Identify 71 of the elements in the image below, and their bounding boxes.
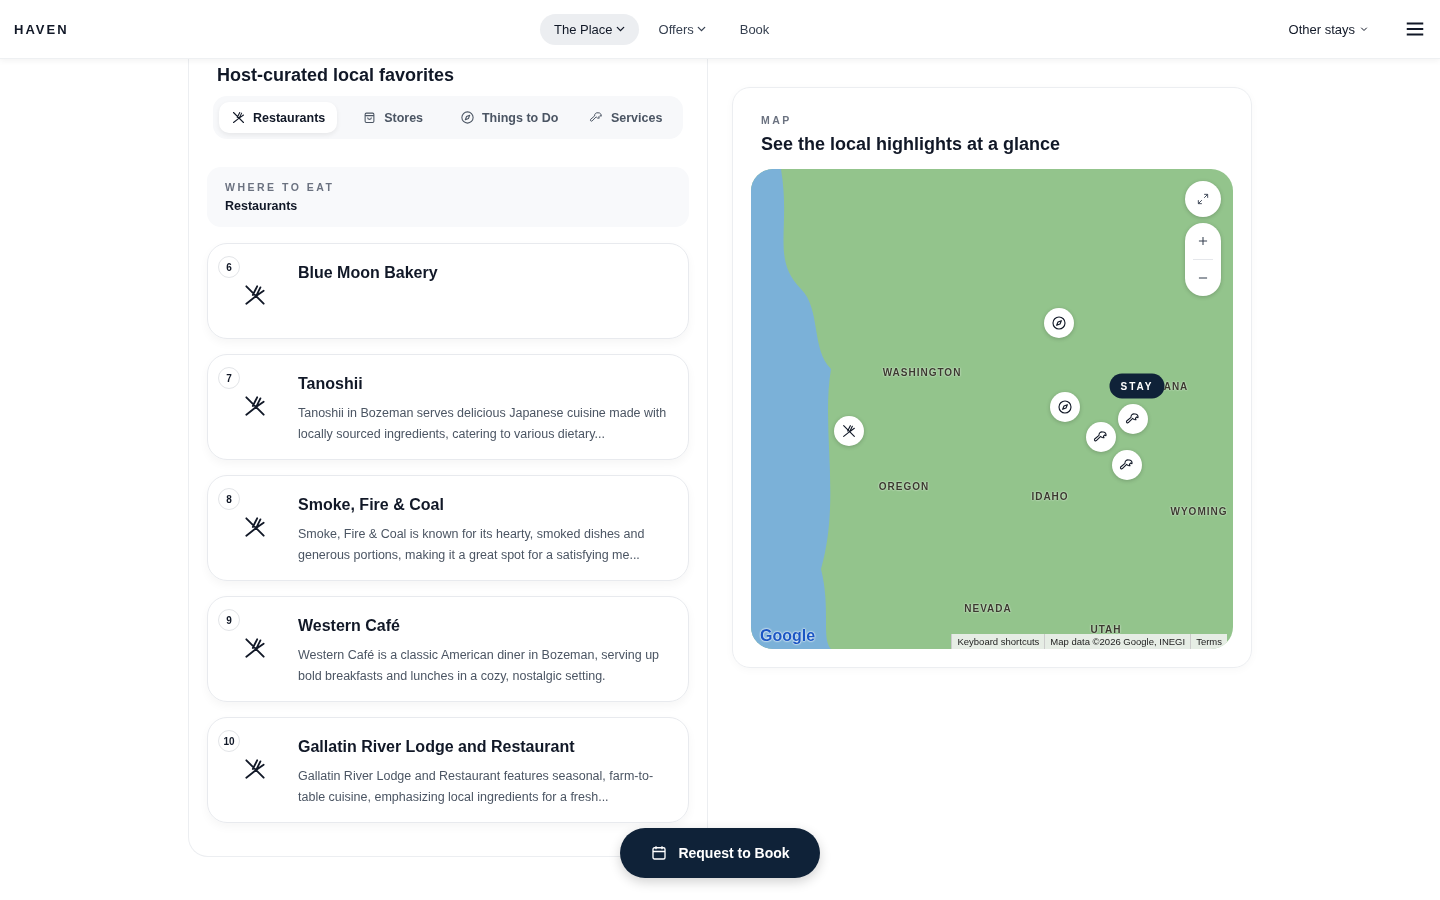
section-title: Restaurants	[225, 199, 299, 213]
number-badge: 8	[218, 488, 240, 510]
map-label: OREGON	[878, 480, 930, 492]
place-description: Western Café is a classic American diner in Bozeman, serving up bold breakfasts and lunches in a cozy, nostalgic setting.	[298, 647, 661, 685]
bag-icon	[362, 110, 378, 125]
wrench-icon	[1119, 457, 1135, 473]
nav-link[interactable]: The Place	[540, 13, 639, 45]
wrench-icon	[1125, 411, 1141, 427]
fork-knife-icon	[242, 635, 268, 661]
place-name: Blue Moon Bakery	[298, 264, 439, 282]
map-marker[interactable]	[1086, 422, 1116, 452]
place-card[interactable]: 6 Blue Moon Bakery	[207, 243, 689, 339]
attribution-link[interactable]: Terms	[1190, 634, 1227, 649]
category-tab[interactable]: Things to Do	[447, 102, 571, 133]
fork-knife-icon	[231, 110, 246, 125]
place-description: Gallatin River Lodge and Restaurant features seasonal, farm-to-table cuisine, emphasizing local ingredients for a fresh...	[298, 768, 655, 806]
compass-icon	[1051, 315, 1067, 331]
place-name: Western Café	[298, 617, 401, 635]
category-tab[interactable]: Stores	[341, 102, 444, 133]
place-card[interactable]: 10 Gallatin River Lodge and Restaurant Gallatin River Lodge and Restaurant features seasonal, farm-to-table cuisine, emphasizing local ingredients for a fresh...	[207, 717, 689, 823]
place-description: Smoke, Fire & Coal is known for its hearty, smoked dishes and generous portions, making it a great spot for a satisfying me...	[298, 526, 646, 564]
attribution-link[interactable]: Map data ©2026 Google, INEGI	[1044, 634, 1191, 649]
map-label: IDAHO	[1031, 490, 1069, 502]
section-heading: Host-curated local favorites	[217, 65, 456, 86]
place-name: Gallatin River Lodge and Restaurant	[298, 738, 576, 756]
wrench-icon	[588, 110, 604, 125]
nav-link[interactable]: Offers	[644, 13, 720, 45]
other-stays-dropdown[interactable]: Other stays	[1282, 20, 1376, 38]
place-name: Smoke, Fire & Coal	[298, 496, 445, 514]
wrench-icon	[1093, 429, 1109, 445]
map-label: NEVADA	[964, 602, 1012, 614]
plus-icon	[1196, 234, 1210, 248]
map-label: UTAH	[1090, 623, 1122, 635]
map-title: See the local highlights at a glance	[761, 134, 1062, 155]
brand-logo[interactable]: HAVEN	[14, 21, 540, 37]
map-marker[interactable]	[1044, 308, 1074, 338]
compass-icon	[459, 110, 475, 125]
category-tab[interactable]: Restaurants	[219, 102, 338, 133]
map-logo: Google	[760, 627, 816, 645]
map-label: WASHINGTON	[882, 366, 962, 378]
place-card[interactable]: 8 Smoke, Fire & Coal Smoke, Fire & Coal is known for its hearty, smoked dishes and generous portions, making it a great spot for a satisfying me...	[207, 475, 689, 581]
number-badge: 9	[218, 609, 240, 631]
section-eyebrow: WHERE TO EAT	[225, 181, 336, 193]
map-marker[interactable]	[834, 416, 864, 446]
compass-icon	[1057, 399, 1073, 415]
fork-knife-icon	[242, 393, 268, 419]
calendar-icon	[650, 844, 669, 862]
fork-knife-icon	[242, 514, 268, 540]
number-badge: 6	[218, 256, 240, 278]
map-marker[interactable]	[1118, 404, 1148, 434]
number-badge: 7	[218, 367, 240, 389]
map-view[interactable]: WASHINGTON STAY ANA OREGON IDAHO WYOMING NEVADA Google UTAH Keyboard shortcuts Map data ©2026 Google, INEGI Terms	[751, 169, 1233, 649]
map-eyebrow: MAP	[761, 114, 793, 126]
attribution-link[interactable]: Keyboard shortcuts	[951, 634, 1045, 649]
number-badge: 10	[218, 730, 240, 752]
request-to-book-button[interactable]: Request to Book	[620, 828, 820, 878]
fork-knife-icon	[242, 282, 268, 308]
map-marker[interactable]	[1050, 392, 1080, 422]
place-description: Tanoshii in Bozeman serves delicious Japanese cuisine made with locally sourced ingredients, catering to various dietary...	[298, 405, 668, 443]
stay-marker[interactable]: STAY	[1109, 373, 1165, 399]
category-tab[interactable]: Services	[574, 102, 677, 133]
place-card[interactable]: 9 Western Café Western Café is a classic American diner in Bozeman, serving up bold breakfasts and lunches in a cozy, nostalgic setting.	[207, 596, 689, 702]
nav-link[interactable]: Book	[725, 13, 784, 45]
place-card[interactable]: 7 Tanoshii Tanoshii in Bozeman serves delicious Japanese cuisine made with locally sourced ingredients, catering to various dietary...	[207, 354, 689, 460]
place-name: Tanoshii	[298, 375, 364, 393]
fork-knife-icon	[841, 423, 857, 439]
map-label: ANA	[1163, 380, 1189, 392]
expand-icon	[1196, 192, 1210, 206]
fork-knife-icon	[242, 756, 268, 782]
map-marker[interactable]	[1112, 450, 1142, 480]
map-label: WYOMING	[1170, 505, 1228, 517]
